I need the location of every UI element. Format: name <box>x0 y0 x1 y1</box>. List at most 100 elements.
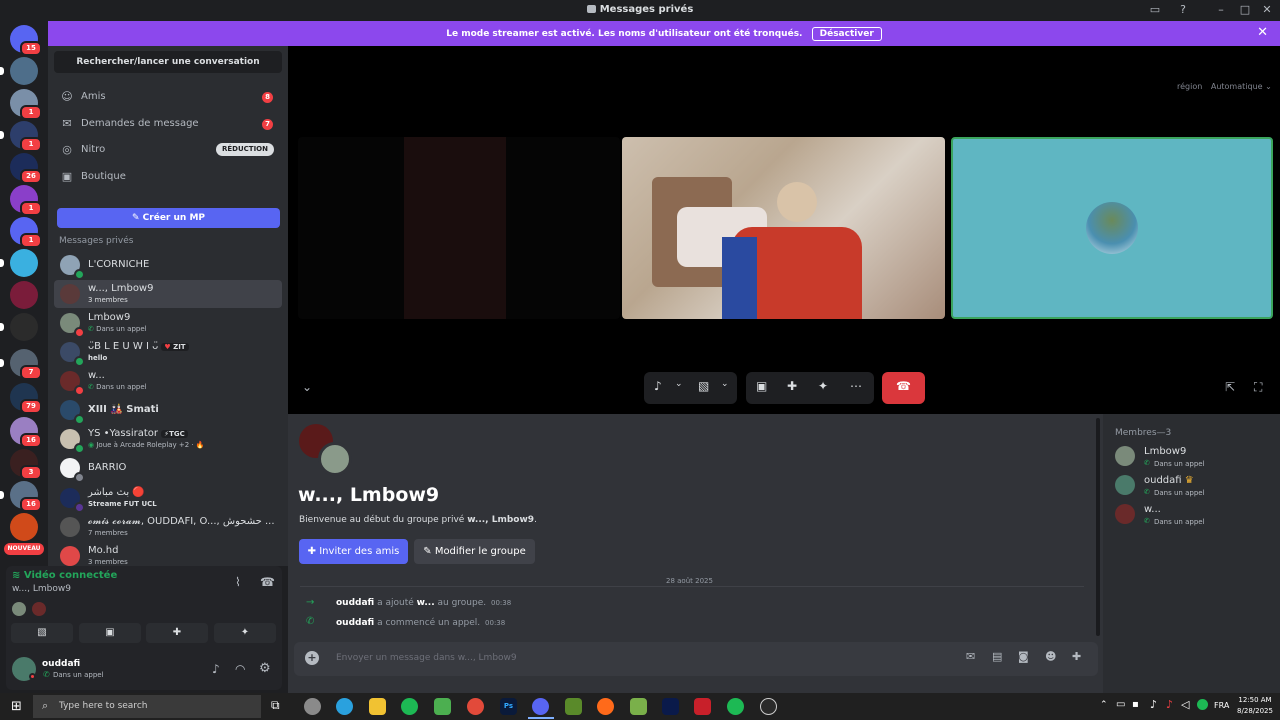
server-icon[interactable]: 1 <box>10 185 42 216</box>
dm-item[interactable]: w..., Lmbow9 3 membres <box>54 280 282 308</box>
server-icon[interactable] <box>10 281 38 309</box>
server-icon[interactable]: 1 <box>10 89 42 120</box>
dm-item[interactable]: BARRIO <box>54 454 282 483</box>
server-icon[interactable] <box>10 513 38 541</box>
video-tile-camera[interactable] <box>622 137 945 319</box>
app-icon[interactable] <box>662 698 679 715</box>
dm-item[interactable]: XIII 🎎 Smati <box>54 396 282 425</box>
dm-item[interactable]: ᴗ̈B L E U W I ᴗ̈ ♥ ZIT hello <box>54 338 282 367</box>
nav-friends[interactable]: ☺ Amis 8 <box>54 85 282 109</box>
app-icon[interactable] <box>630 698 647 715</box>
spotify-tray-icon[interactable] <box>1197 699 1208 710</box>
mic-tray-icon[interactable]: ♪ <box>1150 698 1157 711</box>
dm-item[interactable]: Mo.hd 3 membres <box>54 542 282 566</box>
video-tile-speaking[interactable] <box>951 137 1273 319</box>
video-tile-dark[interactable] <box>298 137 620 319</box>
mic-icon[interactable]: ♪ <box>654 379 662 393</box>
language-indicator[interactable]: FRA <box>1214 701 1229 710</box>
discord-icon[interactable] <box>532 698 549 715</box>
gear-icon[interactable]: ⚙ <box>259 661 271 676</box>
server-icon[interactable]: 3 <box>10 449 42 480</box>
clock[interactable]: 12:50 AM 8/28/2025 <box>1236 695 1274 717</box>
gamepad-icon[interactable]: ✚ <box>787 379 797 393</box>
task-view-icon[interactable]: ⧉ <box>271 698 280 713</box>
member-item[interactable]: Lmbow9 ✆ Dans un appel <box>1113 444 1273 472</box>
screen-share-icon[interactable]: ▣ <box>756 379 767 393</box>
soundboard-icon[interactable]: ✦ <box>818 379 828 393</box>
chevron-up-icon[interactable]: ⌃ <box>1100 700 1108 710</box>
firefox-icon[interactable] <box>597 698 614 715</box>
server-icon[interactable] <box>10 249 38 277</box>
nav-message-requests[interactable]: ✉ Demandes de message 7 <box>54 112 282 136</box>
apps-icon[interactable]: ✚ <box>1072 650 1081 663</box>
more-icon[interactable]: ⋯ <box>850 379 862 393</box>
nav-nitro[interactable]: ◎ Nitro RÉDUCTION <box>54 138 282 162</box>
maximize-button[interactable]: □ <box>1237 3 1253 17</box>
event-user[interactable]: ouddafi <box>336 618 374 628</box>
plus-icon[interactable]: + <box>305 651 319 665</box>
server-icon[interactable] <box>10 313 38 341</box>
screen-icon[interactable]: ▭ <box>1147 3 1163 17</box>
discord-home-icon[interactable]: 15 <box>10 25 42 56</box>
close-icon[interactable]: ✕ <box>1257 25 1268 40</box>
mic-icon[interactable]: ♪ <box>212 662 220 676</box>
screen-share-button[interactable]: ▣ <box>79 623 141 643</box>
emoji-icon[interactable]: ☻ <box>1045 650 1056 663</box>
telegram-icon[interactable] <box>336 698 353 715</box>
volume-icon[interactable]: ◁ <box>1181 698 1189 711</box>
chevron-down-icon[interactable]: ⌄ <box>721 379 729 389</box>
server-icon[interactable]: 16 <box>10 481 42 512</box>
dm-item[interactable]: w... ✆ Dans un appel <box>54 367 282 396</box>
scrollbar[interactable] <box>1096 418 1100 636</box>
server-icon[interactable]: 1 <box>10 217 42 248</box>
chevron-down-icon[interactable]: ⌄ <box>302 380 312 394</box>
noise-suppression-icon[interactable]: ⌇ <box>235 575 241 589</box>
help-icon[interactable]: ? <box>1175 3 1191 17</box>
recording-icon[interactable]: ♪ <box>1166 698 1173 711</box>
server-icon[interactable]: 7 <box>10 349 42 380</box>
region-selector[interactable]: région Automatique ⌄ <box>1177 82 1272 91</box>
server-icon[interactable]: 1 <box>10 121 42 152</box>
minimize-button[interactable]: – <box>1213 3 1229 17</box>
dm-item[interactable]: Lmbow9 ✆ Dans un appel <box>54 309 282 338</box>
sticker-icon[interactable]: ◙ <box>1018 650 1029 663</box>
create-dm-button[interactable]: ✎ Créer un MP <box>57 208 280 228</box>
headphones-icon[interactable]: ◠ <box>235 662 245 676</box>
taskbar-search[interactable]: ⌕ Type here to search <box>33 695 261 718</box>
edit-group-button[interactable]: ✎ Modifier le groupe <box>414 539 535 564</box>
dm-item[interactable]: L'CORNICHE <box>54 251 282 280</box>
gift-icon[interactable]: ✉ <box>966 650 975 663</box>
disable-streamer-button[interactable]: Désactiver <box>811 27 882 41</box>
server-icon[interactable]: 16 <box>10 417 42 448</box>
search-conversation-button[interactable]: Rechercher/lancer une conversation <box>54 51 282 73</box>
close-window-button[interactable]: ✕ <box>1259 3 1275 17</box>
app-icon[interactable] <box>565 698 582 715</box>
server-icon[interactable]: 26 <box>10 153 42 184</box>
chevron-down-icon[interactable]: ⌄ <box>675 379 683 389</box>
windows-start-icon[interactable]: ⊞ <box>11 699 22 714</box>
popout-icon[interactable]: ⇱ <box>1225 380 1235 394</box>
spotify-icon[interactable] <box>401 698 418 715</box>
tray-icon[interactable]: ▭ <box>1116 699 1125 710</box>
gif-icon[interactable]: ▤ <box>992 650 1002 663</box>
fullscreen-icon[interactable]: ⛶ <box>1254 380 1262 395</box>
app-icon[interactable] <box>694 698 711 715</box>
dm-item[interactable]: بث مباشر 🔴 Streame FUT UCL <box>54 484 282 513</box>
app-icon[interactable] <box>434 698 451 715</box>
obs-icon[interactable] <box>760 698 777 715</box>
photoshop-icon[interactable]: Ps <box>500 698 517 715</box>
event-user[interactable]: ouddafi <box>336 598 374 608</box>
hangup-button[interactable]: ☎ <box>882 372 925 404</box>
soundboard-button[interactable]: ✦ <box>214 623 276 643</box>
app-icon[interactable] <box>304 698 321 715</box>
member-item[interactable]: w... ✆ Dans un appel <box>1113 502 1273 530</box>
dm-item[interactable]: YS •Yassirator ⚡TGC ◉ Joue à Arcade Role… <box>54 425 282 454</box>
activity-button[interactable]: ✚ <box>146 623 208 643</box>
server-icon[interactable] <box>10 57 38 85</box>
camera-off-icon[interactable]: ▧ <box>698 379 709 393</box>
dm-item[interactable]: 𝓸𝓶𝓲𝓼 𝓬𝓸𝓻𝓪𝓶, OUDDAFI, O..., حشحوش ... 7 m… <box>54 513 282 541</box>
message-input[interactable]: Envoyer un message dans w..., Lmbow9 <box>336 653 517 663</box>
nav-shop[interactable]: ▣ Boutique <box>54 165 282 189</box>
invite-friends-button[interactable]: ✚ Inviter des amis <box>299 539 408 564</box>
camera-off-button[interactable]: ▧ <box>11 623 73 643</box>
